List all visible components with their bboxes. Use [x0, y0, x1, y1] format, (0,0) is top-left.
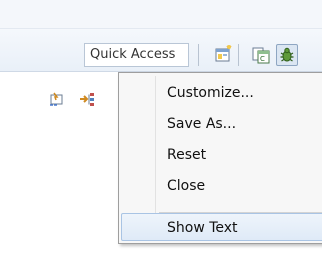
- menu-item-save-as[interactable]: Save As...: [121, 109, 322, 137]
- menu-item-show-text[interactable]: Show Text: [121, 213, 322, 241]
- toolbar-separator: [198, 44, 199, 66]
- title-strip: [0, 0, 322, 28]
- context-menu: Customize... Save As... Reset Close Show…: [118, 72, 322, 244]
- link-editor-icon[interactable]: [48, 90, 68, 108]
- open-perspective-icon[interactable]: [212, 44, 234, 66]
- menu-item-reset[interactable]: Reset: [121, 140, 322, 168]
- menu-item-customize[interactable]: Customize...: [121, 78, 322, 106]
- hierarchy-icon[interactable]: [78, 90, 98, 108]
- menu-item-close[interactable]: Close: [121, 171, 322, 199]
- svg-text:C: C: [260, 55, 265, 63]
- toolbar-separator: [238, 44, 239, 66]
- resource-perspective-icon[interactable]: C: [250, 44, 272, 66]
- debug-perspective-icon[interactable]: [276, 44, 298, 66]
- quick-access-field[interactable]: Quick Access: [84, 43, 189, 67]
